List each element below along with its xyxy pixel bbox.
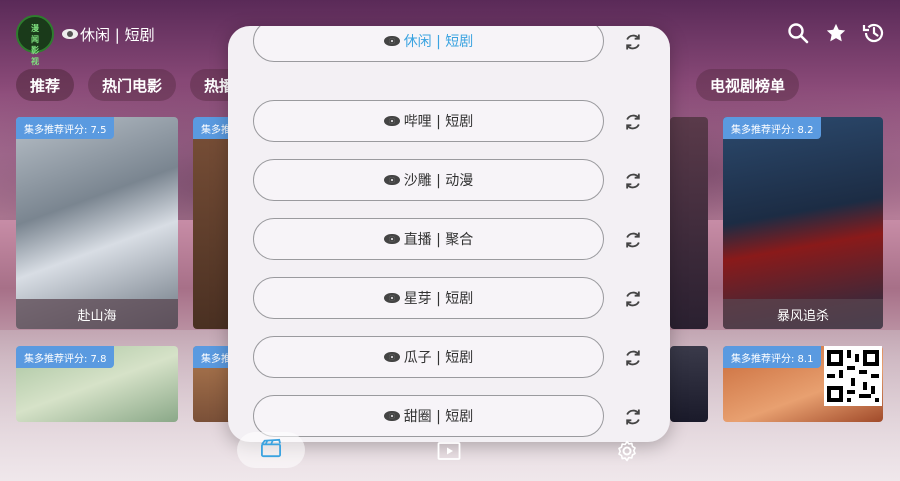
tab-tv-ranking[interactable]: 电视剧榜单 [696, 69, 800, 101]
source-button-active[interactable]: 休闲 | 短剧 [253, 26, 604, 62]
source-item: 瓜子 | 短剧 [228, 336, 670, 380]
rating-badge: 集多推 [193, 346, 233, 368]
refresh-icon[interactable] [621, 169, 645, 193]
source-button[interactable]: 直播 | 聚合 [253, 218, 604, 260]
video-card[interactable] [670, 346, 708, 422]
source-item: 星芽 | 短剧 [228, 277, 670, 321]
source-picker-dialog: 休闲 | 短剧 哔哩 | 短剧 沙雕 | 动漫 直播 | 聚合 星芽 | 短剧 … [228, 26, 670, 442]
eye-icon [383, 234, 400, 244]
source-label: 直播 | 聚合 [403, 232, 474, 248]
logo-char: 漫 [31, 24, 39, 33]
source-label: 沙雕 | 动漫 [403, 173, 474, 189]
video-card[interactable]: 集多推荐评分: 7.5 赴山海 [16, 117, 178, 329]
settings-icon[interactable] [614, 438, 640, 464]
eye-icon [383, 175, 400, 185]
refresh-icon[interactable] [621, 110, 645, 134]
source-item: 甜圈 | 短剧 [228, 395, 670, 439]
video-title: 暴风追杀 [723, 299, 883, 329]
current-source-title[interactable]: 休闲 | 短剧 [62, 22, 155, 46]
source-label: 甜圈 | 短剧 [403, 409, 474, 425]
eye-icon [383, 116, 400, 126]
video-card[interactable]: 集多推 [193, 117, 233, 329]
player-icon[interactable] [436, 438, 462, 464]
history-icon[interactable] [862, 20, 886, 46]
video-title: 赴山海 [16, 299, 178, 329]
refresh-icon[interactable] [621, 287, 645, 311]
search-icon[interactable] [786, 20, 810, 46]
header-actions [786, 20, 886, 46]
source-button[interactable]: 星芽 | 短剧 [253, 277, 604, 319]
eye-icon [383, 36, 400, 46]
eye-icon [62, 29, 78, 39]
refresh-icon[interactable] [621, 228, 645, 252]
source-button[interactable]: 瓜子 | 短剧 [253, 336, 604, 378]
source-item: 沙雕 | 动漫 [228, 159, 670, 203]
rating-badge: 集多推荐评分: 8.2 [723, 117, 822, 139]
source-button[interactable]: 甜圈 | 短剧 [253, 395, 604, 437]
video-card[interactable]: 集多推荐评分: 7.8 [16, 346, 178, 422]
video-card[interactable] [670, 117, 708, 329]
source-item: 哔哩 | 短剧 [228, 100, 670, 144]
source-item: 休闲 | 短剧 [228, 26, 670, 64]
logo-char: 影 [31, 46, 39, 55]
eye-icon [383, 352, 400, 362]
refresh-icon[interactable] [621, 30, 645, 54]
star-icon[interactable] [824, 20, 848, 46]
eye-icon [383, 293, 400, 303]
app-logo[interactable]: 漫 闻 影 视 [16, 15, 54, 66]
logo-char: 视 [31, 57, 39, 66]
video-card[interactable]: 集多推荐评分: 8.2 暴风追杀 [723, 117, 883, 329]
rating-badge: 集多推 [193, 117, 233, 139]
movies-icon [260, 438, 282, 462]
source-label: 哔哩 | 短剧 [403, 114, 474, 130]
refresh-icon[interactable] [621, 346, 645, 370]
refresh-icon[interactable] [621, 405, 645, 429]
eye-icon [383, 411, 400, 421]
tab-hot-movies[interactable]: 热门电影 [88, 69, 177, 101]
current-source-label: 休闲 | 短剧 [80, 25, 155, 44]
rating-badge: 集多推荐评分: 7.8 [16, 346, 115, 368]
source-item: 直播 | 聚合 [228, 218, 670, 262]
source-button[interactable]: 哔哩 | 短剧 [253, 100, 604, 142]
video-card[interactable]: 集多推 [193, 346, 233, 422]
source-button[interactable]: 沙雕 | 动漫 [253, 159, 604, 201]
rating-badge: 集多推荐评分: 8.1 [723, 346, 822, 368]
qr-code [824, 346, 882, 406]
rating-badge: 集多推荐评分: 7.5 [16, 117, 115, 139]
source-label: 星芽 | 短剧 [403, 291, 474, 307]
source-label: 瓜子 | 短剧 [403, 350, 474, 366]
source-label: 休闲 | 短剧 [403, 34, 474, 50]
tab-recommended[interactable]: 推荐 [16, 69, 75, 101]
logo-char: 闻 [31, 35, 39, 44]
nav-movies[interactable] [237, 432, 305, 468]
